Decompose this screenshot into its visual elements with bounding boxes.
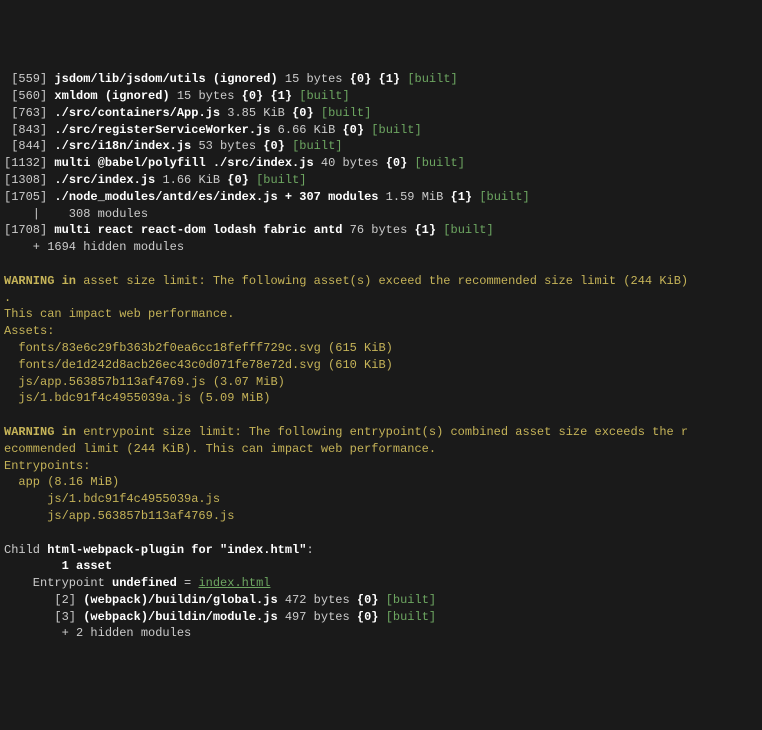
output-line: Entrypoints: <box>4 458 758 475</box>
output-line: This can impact web performance. <box>4 306 758 323</box>
terminal-output: [559] jsdom/lib/jsdom/utils (ignored) 15… <box>4 71 758 642</box>
output-line: fonts/de1d242d8acb26ec43c0d071fe78e72d.s… <box>4 357 758 374</box>
output-line: [1705] ./node_modules/antd/es/index.js +… <box>4 189 758 206</box>
output-line: [2] (webpack)/buildin/global.js 472 byte… <box>4 592 758 609</box>
output-line: + 1694 hidden modules <box>4 239 758 256</box>
output-line: Assets: <box>4 323 758 340</box>
output-line <box>4 256 758 273</box>
output-line: WARNING in entrypoint size limit: The fo… <box>4 424 758 441</box>
output-line: [559] jsdom/lib/jsdom/utils (ignored) 15… <box>4 71 758 88</box>
output-line: [1708] multi react react-dom lodash fabr… <box>4 222 758 239</box>
output-line: . <box>4 290 758 307</box>
output-line: 1 asset <box>4 558 758 575</box>
output-line: js/1.bdc91f4c4955039a.js (5.09 MiB) <box>4 390 758 407</box>
output-line <box>4 525 758 542</box>
output-line: js/app.563857b113af4769.js (3.07 MiB) <box>4 374 758 391</box>
output-line: [844] ./src/i18n/index.js 53 bytes {0} [… <box>4 138 758 155</box>
output-line: js/1.bdc91f4c4955039a.js <box>4 491 758 508</box>
output-line: Entrypoint undefined = index.html <box>4 575 758 592</box>
output-line: [843] ./src/registerServiceWorker.js 6.6… <box>4 122 758 139</box>
output-line: WARNING in asset size limit: The followi… <box>4 273 758 290</box>
output-line: + 2 hidden modules <box>4 625 758 642</box>
output-line <box>4 407 758 424</box>
output-line: [560] xmldom (ignored) 15 bytes {0} {1} … <box>4 88 758 105</box>
output-line: [1308] ./src/index.js 1.66 KiB {0} [buil… <box>4 172 758 189</box>
output-line: fonts/83e6c29fb363b2f0ea6cc18fefff729c.s… <box>4 340 758 357</box>
output-line: js/app.563857b113af4769.js <box>4 508 758 525</box>
output-line: | 308 modules <box>4 206 758 223</box>
output-line: ecommended limit (244 KiB). This can imp… <box>4 441 758 458</box>
output-line: [3] (webpack)/buildin/module.js 497 byte… <box>4 609 758 626</box>
output-line: Child html-webpack-plugin for "index.htm… <box>4 542 758 559</box>
output-line: [763] ./src/containers/App.js 3.85 KiB {… <box>4 105 758 122</box>
output-line: [1132] multi @babel/polyfill ./src/index… <box>4 155 758 172</box>
output-line: app (8.16 MiB) <box>4 474 758 491</box>
